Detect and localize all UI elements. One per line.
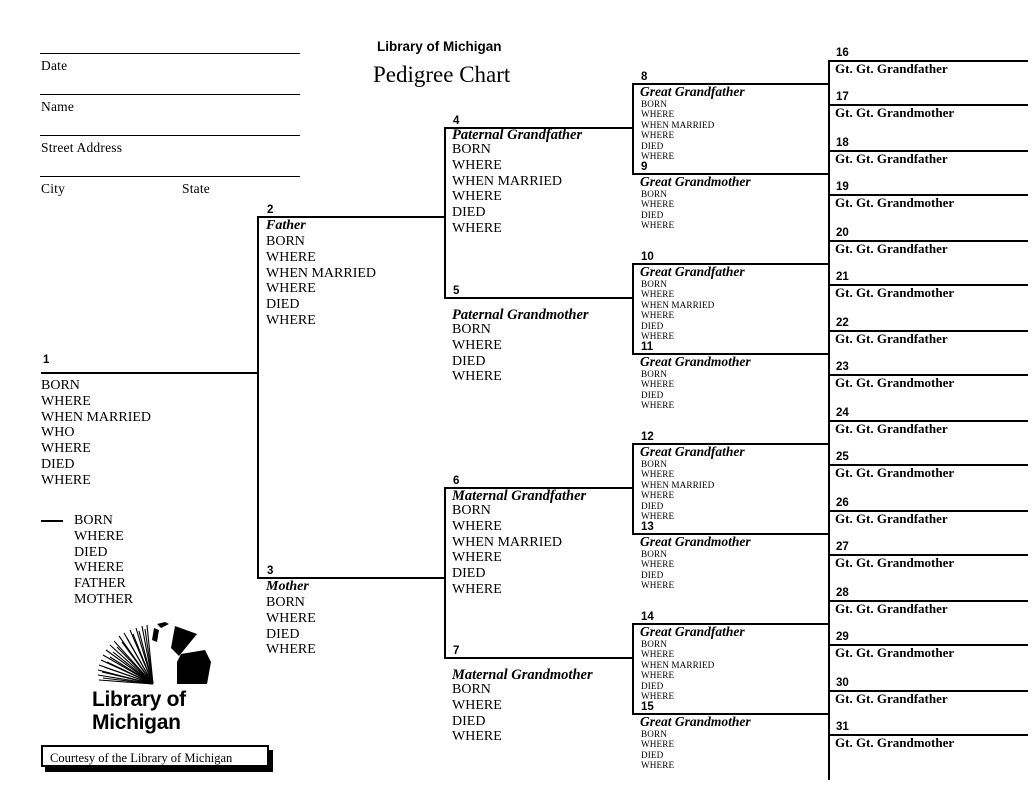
library-of-michigan-logo-icon xyxy=(95,622,215,690)
date-label: Date xyxy=(41,58,68,73)
person-name-label: Great Grandfather xyxy=(640,624,745,639)
person-name-label: Gt. Gt. Grandfather xyxy=(835,241,948,256)
person-number: 10 xyxy=(641,251,654,263)
person-number: 18 xyxy=(836,137,849,149)
person-fields: BORN WHERE WHEN MARRIED WHERE DIED WHERE xyxy=(641,99,715,162)
city-state-rule xyxy=(40,176,300,177)
connector-gen3-bracket-bottom xyxy=(444,487,446,657)
person-fields: BORN WHERE WHEN MARRIED WHERE DIED WHERE xyxy=(641,639,715,702)
person-fields: BORN WHERE DIED WHERE xyxy=(641,189,675,231)
person-name-label: Great Grandfather xyxy=(640,444,745,459)
person-fields: BORN WHERE WHEN MARRIED WHERE DIED WHERE xyxy=(452,142,563,236)
person-name-label: Gt. Gt. Grandmother xyxy=(835,285,955,300)
person-name-label: Gt. Gt. Grandfather xyxy=(835,691,948,706)
person-number: 31 xyxy=(836,721,849,733)
person-number: 30 xyxy=(836,677,849,689)
person-name-label: Great Grandmother xyxy=(640,534,751,549)
person-name-label: Great Grandfather xyxy=(640,264,745,279)
person-fields: BORN WHERE DIED WHERE xyxy=(266,595,316,658)
person-fields: BORN WHERE DIED WHERE xyxy=(641,729,675,771)
person-fields: BORN WHERE DIED WHERE xyxy=(641,549,675,591)
person-name-label: Gt. Gt. Grandfather xyxy=(835,511,948,526)
person-name-label: Great Grandfather xyxy=(640,84,745,99)
person-number: 16 xyxy=(836,47,849,59)
person-number: 25 xyxy=(836,451,849,463)
person-name-label: Gt. Gt. Grandfather xyxy=(835,421,948,436)
person-name-label: Gt. Gt. Grandmother xyxy=(835,735,955,750)
person-number: 20 xyxy=(836,227,849,239)
person-name-label: Gt. Gt. Grandfather xyxy=(835,151,948,166)
person-number: 24 xyxy=(836,407,849,419)
city-label: City xyxy=(41,181,66,196)
person-fields: BORN WHERE DIED WHERE xyxy=(641,369,675,411)
person-number: 1 xyxy=(43,354,50,366)
person-number: 29 xyxy=(836,631,849,643)
spouse-fields: BORN WHERE DIED WHERE FATHER MOTHER xyxy=(74,513,134,607)
person-number: 2 xyxy=(267,204,274,216)
person-number: 19 xyxy=(836,181,849,193)
person-number: 9 xyxy=(641,161,648,173)
person-fields: BORN WHERE DIED WHERE xyxy=(452,322,502,385)
person-number: 27 xyxy=(836,541,849,553)
person-name-label: Gt. Gt. Grandmother xyxy=(835,195,955,210)
person-name-label: Mother xyxy=(266,579,309,594)
person-name-label: Gt. Gt. Grandmother xyxy=(835,555,955,570)
person-number: 26 xyxy=(836,497,849,509)
person-fields: BORN WHERE WHEN MARRIED WHO WHERE DIED W… xyxy=(41,378,152,488)
connector-gen4-bracket-4 xyxy=(632,623,634,713)
person-fields: BORN WHERE WHEN MARRIED WHERE DIED WHERE xyxy=(266,234,377,328)
person-fields: BORN WHERE WHEN MARRIED WHERE DIED WHERE xyxy=(641,279,715,342)
page-title: Pedigree Chart xyxy=(373,62,511,87)
person-number: 23 xyxy=(836,361,849,373)
name-label: Name xyxy=(41,99,75,114)
person-name-label: Father xyxy=(266,218,306,233)
person-fields: BORN WHERE WHEN MARRIED WHERE DIED WHERE xyxy=(452,503,563,597)
person-name-label: Gt. Gt. Grandmother xyxy=(835,465,955,480)
person-name-label: Gt. Gt. Grandmother xyxy=(835,645,955,660)
person-name-label: Gt. Gt. Grandmother xyxy=(835,105,955,120)
person-name-label: Great Grandmother xyxy=(640,354,751,369)
person-fields: BORN WHERE WHEN MARRIED WHERE DIED WHERE xyxy=(641,459,715,522)
person-number: 15 xyxy=(641,701,654,713)
person-number: 11 xyxy=(641,341,654,353)
person-number: 3 xyxy=(267,565,274,577)
street-address-rule xyxy=(40,135,300,136)
person-name-label: Gt. Gt. Grandmother xyxy=(835,375,955,390)
person-number: 12 xyxy=(641,431,654,443)
pedigree-chart-page: Date Name Street Address City State Libr… xyxy=(0,0,1035,800)
person-number: 22 xyxy=(836,317,849,329)
connector-gen2-bracket xyxy=(257,216,259,578)
person-name-label: Great Grandmother xyxy=(640,714,751,729)
logo-wordmark: Library of Michigan xyxy=(92,688,186,734)
person-number: 6 xyxy=(453,475,460,487)
person-fields: BORN WHERE DIED WHERE xyxy=(452,682,502,745)
person-name-label: Gt. Gt. Grandfather xyxy=(835,331,948,346)
footer-credit-text: Courtesy of the Library of Michigan xyxy=(50,751,233,765)
person-number: 13 xyxy=(641,521,654,533)
person-rule xyxy=(444,657,634,659)
spouse-dash-icon xyxy=(41,520,63,522)
person-rule xyxy=(444,297,634,299)
person-number: 4 xyxy=(453,115,460,127)
org-title: Library of Michigan xyxy=(377,39,502,54)
person-number: 21 xyxy=(836,271,849,283)
person-name-label: Great Grandmother xyxy=(640,174,751,189)
person-number: 17 xyxy=(836,91,849,103)
person-number: 14 xyxy=(641,611,654,623)
person-number: 7 xyxy=(453,645,460,657)
person-name-label: Gt. Gt. Grandfather xyxy=(835,61,948,76)
connector-gen4-bracket-2 xyxy=(632,263,634,353)
state-label: State xyxy=(182,181,210,196)
person-name-label: Gt. Gt. Grandfather xyxy=(835,601,948,616)
connector-p1-line xyxy=(41,372,259,374)
person-number: 8 xyxy=(641,71,648,83)
name-rule xyxy=(40,94,300,95)
person-number: 28 xyxy=(836,587,849,599)
person-number: 5 xyxy=(453,285,460,297)
connector-gen3-bracket-top xyxy=(444,127,446,297)
date-rule xyxy=(40,53,300,54)
street-address-label: Street Address xyxy=(41,140,123,155)
